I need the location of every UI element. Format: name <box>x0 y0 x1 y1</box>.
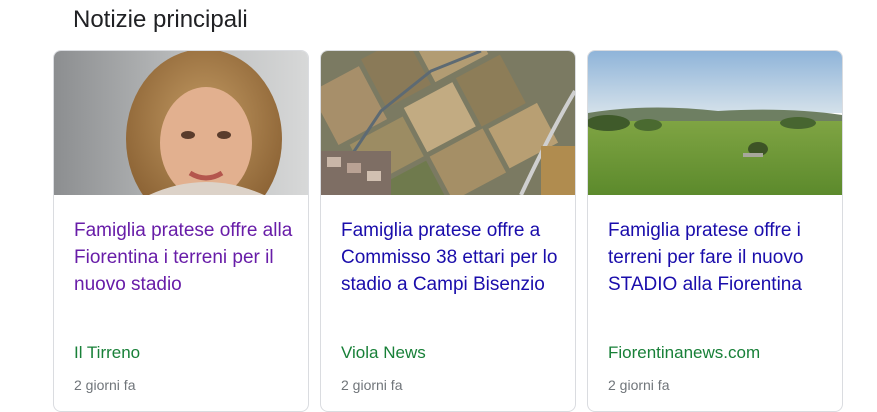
headline-link[interactable]: Famiglia pratese offre a Commisso 38 ett… <box>341 217 561 298</box>
green-field-photo[interactable] <box>588 51 842 195</box>
headline-link[interactable]: Famiglia pratese offre alla Fiorentina i… <box>74 217 294 298</box>
section-title: Notizie principali <box>73 6 248 33</box>
source-name: Viola News <box>341 343 426 362</box>
portrait-photo[interactable] <box>54 51 308 195</box>
headline-link[interactable]: Famiglia pratese offre i terreni per far… <box>608 217 828 298</box>
news-card[interactable]: Famiglia pratese offre a Commisso 38 ett… <box>320 50 576 412</box>
timestamp: 2 giorni fa <box>74 377 136 393</box>
aerial-fields-photo[interactable] <box>321 51 575 195</box>
timestamp: 2 giorni fa <box>608 377 670 393</box>
news-card[interactable]: Famiglia pratese offre alla Fiorentina i… <box>53 50 309 412</box>
news-card[interactable]: Famiglia pratese offre i terreni per far… <box>587 50 843 412</box>
source-name: Il Tirreno <box>74 343 141 362</box>
news-carousel: Famiglia pratese offre alla Fiorentina i… <box>53 50 843 412</box>
timestamp: 2 giorni fa <box>341 377 403 393</box>
source-name: Fiorentinanews.com <box>608 343 761 362</box>
